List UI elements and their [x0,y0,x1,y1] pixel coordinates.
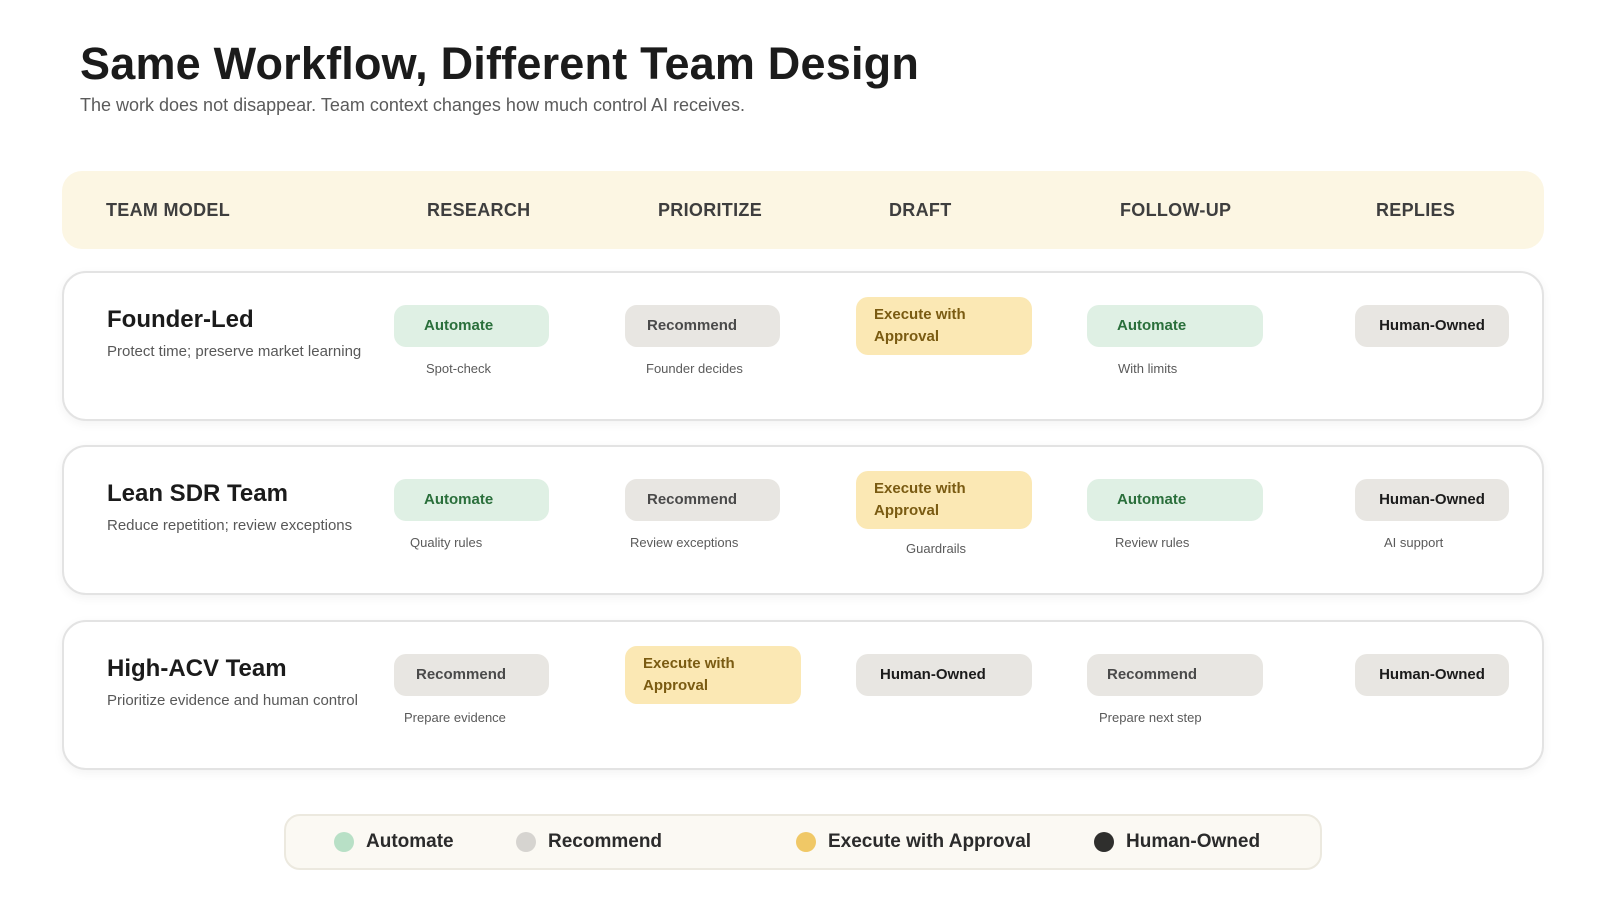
row-founder-led: Founder-Led Protect time; preserve marke… [62,271,1544,421]
cell-replies-status: Human-Owned [1355,305,1509,347]
legend-label: Execute with Approval [828,831,1032,852]
cell-prioritize-status: Recommend [625,479,780,521]
cell-follow-up-status: Automate [1087,479,1263,521]
cell-research-status: Recommend [394,654,549,696]
legend-item-automate: Automate [334,816,454,868]
cell-prioritize-status: Execute with Approval [625,646,801,704]
cell-follow-up-note: Prepare next step [1099,710,1202,725]
cell-draft-status: Human-Owned [856,654,1032,696]
header-draft: DRAFT [889,200,952,220]
page-subtitle: The work does not disappear. Team contex… [80,95,746,115]
row-lean-sdr-team: Lean SDR Team Reduce repetition; review … [62,445,1544,595]
legend-item-execute-with-approval: Execute with Approval [796,816,1031,868]
cell-replies-status: Human-Owned [1355,654,1509,696]
header-prioritize: PRIORITIZE [658,200,763,220]
cell-follow-up-note: Review rules [1115,535,1190,550]
cell-draft-status-text: Execute with Approval [874,306,966,345]
cell-replies-note: AI support [1384,535,1444,550]
row-name: High-ACV Team [107,655,287,682]
cell-draft-status: Execute with Approval [856,297,1032,355]
cell-follow-up-status: Recommend [1087,654,1263,696]
legend-label: Recommend [548,831,663,852]
row-name: Lean SDR Team [107,480,288,507]
header-research: RESEARCH [427,200,531,220]
legend-label: Human-Owned [1126,831,1261,852]
row-description: Protect time; preserve market learning [107,343,362,360]
legend-item-recommend: Recommend [516,816,662,868]
page: Same Workflow, Different Team Design The… [0,0,1600,900]
cell-research-note: Spot-check [426,361,492,376]
cell-research-note: Prepare evidence [404,710,506,725]
cell-draft-note: Guardrails [906,541,966,556]
table-header: TEAM MODEL RESEARCH PRIORITIZE DRAFT FOL… [62,171,1544,249]
legend-swatch [516,832,536,852]
row-description: Reduce repetition; review exceptions [107,517,353,534]
row-name: Founder-Led [107,306,254,333]
legend-swatch [334,832,354,852]
header-team-model: TEAM MODEL [106,200,230,220]
legend: Automate Recommend Execute with Approval… [284,814,1322,870]
legend-item-human-owned: Human-Owned [1094,816,1260,868]
cell-research-note: Quality rules [410,535,483,550]
cell-prioritize-note: Review exceptions [630,535,739,550]
header-replies: REPLIES [1376,200,1456,220]
cell-replies-status: Human-Owned [1355,479,1509,521]
cell-prioritize-note: Founder decides [646,361,743,376]
cell-follow-up-note: With limits [1118,361,1178,376]
page-title: Same Workflow, Different Team Design [80,38,920,89]
cell-follow-up-status: Automate [1087,305,1263,347]
cell-research-status: Automate [394,479,549,521]
cell-prioritize-status-text: Execute with Approval [643,655,735,694]
row-description: Prioritize evidence and human control [107,692,358,709]
row-high-acv-team: High-ACV Team Prioritize evidence and hu… [62,620,1544,770]
cell-prioritize-status: Recommend [625,305,780,347]
cell-draft-status: Execute with Approval [856,471,1032,529]
header-follow-up: FOLLOW-UP [1120,200,1232,220]
cell-research-status: Automate [394,305,549,347]
legend-label: Automate [366,831,454,852]
cell-draft-status-text: Execute with Approval [874,480,966,519]
legend-swatch [1094,832,1114,852]
legend-swatch [796,832,816,852]
